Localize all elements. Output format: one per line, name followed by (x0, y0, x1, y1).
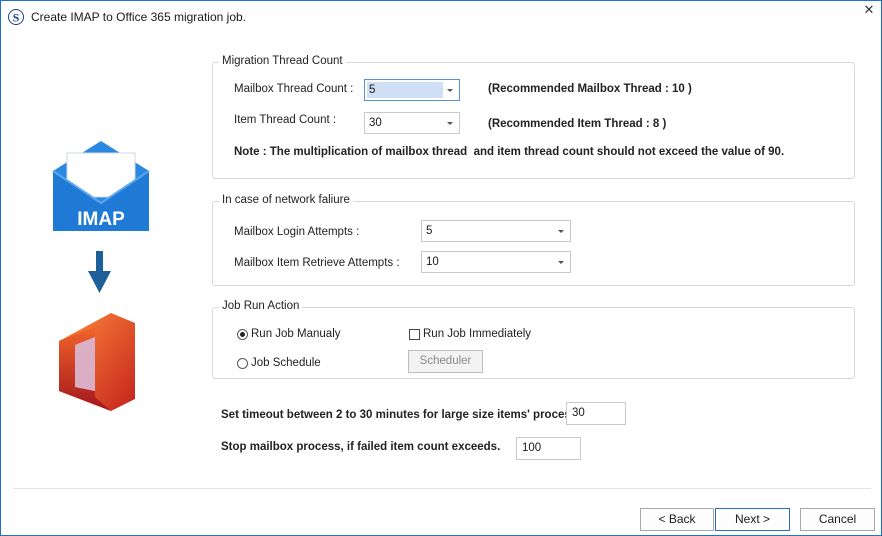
run-manual-radio[interactable] (237, 329, 248, 340)
chevron-down-icon (447, 89, 453, 92)
mailbox-thread-select[interactable]: 5 (364, 79, 460, 101)
login-attempts-select[interactable]: 5 (421, 220, 571, 242)
login-attempts-value: 5 (426, 225, 433, 237)
dialog-window: S Create IMAP to Office 365 migration jo… (0, 0, 882, 536)
thread-note: Note : The multiplication of mailbox thr… (234, 146, 785, 158)
item-thread-select[interactable]: 30 (364, 112, 460, 134)
network-failure-legend: In case of network faliure (219, 194, 353, 206)
run-immediately-label[interactable]: Run Job Immediately (423, 328, 531, 340)
footer-divider (13, 488, 871, 489)
migration-illustration: IMAP (52, 141, 150, 411)
job-run-action-legend: Job Run Action (219, 300, 303, 312)
network-failure-group: In case of network faliure (212, 194, 855, 286)
retrieve-attempts-select[interactable]: 10 (421, 251, 571, 273)
timeout-value: 30 (572, 407, 585, 419)
stop-count-value: 100 (522, 442, 542, 454)
job-schedule-label[interactable]: Job Schedule (251, 357, 321, 369)
login-attempts-label: Mailbox Login Attempts : (234, 226, 360, 238)
imap-envelope-icon: IMAP (52, 141, 150, 231)
cancel-button[interactable]: Cancel (800, 508, 875, 531)
item-thread-label: Item Thread Count : (234, 114, 337, 126)
scheduler-button[interactable]: Scheduler (408, 350, 483, 373)
item-thread-value: 30 (369, 117, 382, 129)
mailbox-thread-label: Mailbox Thread Count : (234, 83, 354, 95)
run-immediately-checkbox[interactable] (409, 329, 420, 340)
close-button[interactable]: ✕ (857, 2, 881, 20)
back-button[interactable]: < Back (640, 508, 714, 531)
chevron-down-icon (558, 261, 564, 264)
thread-count-legend: Migration Thread Count (219, 55, 346, 67)
mailbox-thread-value: 5 (369, 84, 376, 96)
item-thread-recommendation: (Recommended Item Thread : 8 ) (488, 118, 667, 130)
svg-text:S: S (13, 11, 20, 25)
chevron-down-icon (558, 230, 564, 233)
chevron-down-icon (447, 122, 453, 125)
next-button[interactable]: Next > (715, 508, 790, 531)
run-manual-label[interactable]: Run Job Manualy (251, 328, 341, 340)
timeout-label: Set timeout between 2 to 30 minutes for … (221, 409, 578, 421)
retrieve-attempts-value: 10 (426, 256, 439, 268)
retrieve-attempts-label: Mailbox Item Retrieve Attempts : (234, 257, 400, 269)
stop-label: Stop mailbox process, if failed item cou… (221, 441, 501, 453)
title-bar: S Create IMAP to Office 365 migration jo… (1, 1, 881, 33)
window-title: Create IMAP to Office 365 migration job. (31, 10, 246, 24)
office-logo-icon (59, 313, 135, 411)
imap-label: IMAP (77, 209, 125, 230)
job-schedule-radio[interactable] (237, 358, 248, 369)
app-logo-icon: S (8, 9, 24, 25)
timeout-input[interactable]: 30 (566, 402, 626, 425)
stop-count-input[interactable]: 100 (516, 437, 581, 460)
mailbox-thread-recommendation: (Recommended Mailbox Thread : 10 ) (488, 83, 692, 95)
down-arrow-icon (88, 251, 111, 293)
